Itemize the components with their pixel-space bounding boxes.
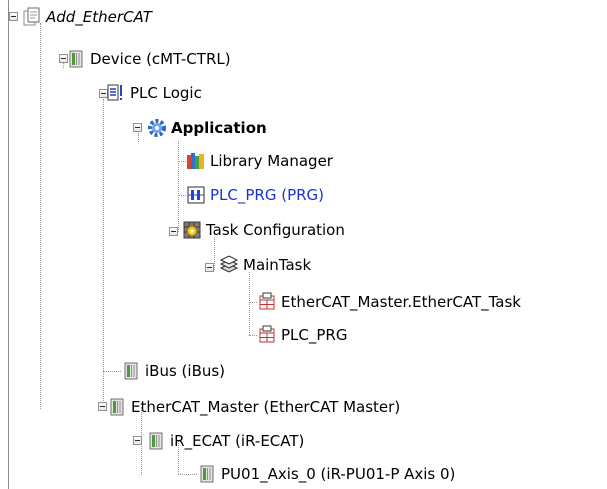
tree-line-plc-logic — [138, 133, 139, 142]
device-icon — [146, 431, 166, 451]
tree-branch-library — [178, 161, 186, 162]
tree-node-library-manager[interactable]: Library Manager — [186, 148, 333, 174]
tree-branch-plc-prg — [178, 195, 186, 196]
collapse-toggle-task-configuration[interactable] — [169, 227, 178, 236]
maintask-label: MainTask — [243, 256, 312, 274]
tree-node-pu01-axis[interactable]: PU01_Axis_0 (iR-PU01-P Axis 0) — [197, 461, 455, 487]
project-label: Add_EtherCAT — [46, 8, 152, 26]
library-manager-label: Library Manager — [210, 152, 333, 170]
tree-branch-ibus — [103, 371, 121, 372]
tree-node-project[interactable]: Add_EtherCAT — [22, 4, 152, 30]
collapse-toggle-maintask[interactable] — [205, 263, 214, 272]
pu01-axis-label: PU01_Axis_0 (iR-PU01-P Axis 0) — [221, 465, 456, 483]
device-icon — [66, 49, 86, 69]
application-gear-icon — [147, 118, 167, 138]
collapse-toggle-ethercat-master[interactable] — [98, 402, 107, 411]
tree-line-maintask — [249, 272, 250, 335]
collapse-toggle-project[interactable] — [9, 12, 18, 21]
device-icon — [121, 361, 141, 381]
task-call-icon — [257, 292, 277, 312]
device-label: Device (cMT-CTRL) — [90, 50, 231, 68]
tree-node-task-call-plc-prg[interactable]: PLC_PRG — [257, 322, 347, 348]
ethercat-master-label: EtherCAT_Master (EtherCAT Master) — [131, 398, 401, 416]
task-configuration-label: Task Configuration — [206, 221, 345, 239]
device-icon — [197, 464, 217, 484]
tree-node-plc-logic[interactable]: PLC Logic — [106, 80, 202, 106]
tree-node-task-call-ethercat[interactable]: EtherCAT_Master.EtherCAT_Task — [257, 289, 521, 315]
ir-ecat-label: iR_ECAT (iR-ECAT) — [170, 432, 305, 450]
plc-prg-label: PLC_PRG (PRG) — [210, 186, 325, 204]
task-call-plc-prg-label: PLC_PRG — [281, 326, 348, 344]
tree-node-maintask[interactable]: MainTask — [219, 252, 311, 278]
tree-node-plc-prg[interactable]: PLC_PRG (PRG) — [186, 182, 324, 208]
tree-node-ibus[interactable]: iBus (iBus) — [121, 358, 225, 384]
tree-branch-task-call-1 — [249, 302, 257, 303]
plc-logic-icon — [106, 83, 126, 103]
device-icon — [107, 397, 127, 417]
program-pou-icon — [186, 185, 206, 205]
tree-branch-task-call-2 — [249, 335, 257, 336]
tree-node-ethercat-master[interactable]: EtherCAT_Master (EtherCAT Master) — [107, 394, 400, 420]
task-configuration-icon — [182, 220, 202, 240]
tree-node-device[interactable]: Device (cMT-CTRL) — [66, 46, 231, 72]
tree-branch-pu01 — [178, 474, 197, 475]
tree-node-application[interactable]: Application — [147, 115, 267, 141]
task-stack-icon — [219, 255, 239, 275]
project-page-icon — [22, 7, 42, 27]
panel-left-border — [8, 0, 9, 489]
ibus-label: iBus (iBus) — [145, 362, 226, 380]
collapse-toggle-ir-ecat[interactable] — [133, 436, 142, 445]
tree-node-ir-ecat[interactable]: iR_ECAT (iR-ECAT) — [146, 428, 304, 454]
tree-node-task-configuration[interactable]: Task Configuration — [182, 217, 345, 243]
task-call-icon — [257, 325, 277, 345]
tree-line-device-children — [103, 99, 104, 405]
library-books-icon — [186, 151, 206, 171]
task-call-ethercat-label: EtherCAT_Master.EtherCAT_Task — [281, 293, 521, 311]
plc-logic-label: PLC Logic — [130, 84, 202, 102]
collapse-toggle-application[interactable] — [133, 123, 142, 132]
tree-line-project — [40, 23, 41, 409]
application-label: Application — [171, 119, 267, 137]
tree-line-application — [178, 141, 179, 232]
